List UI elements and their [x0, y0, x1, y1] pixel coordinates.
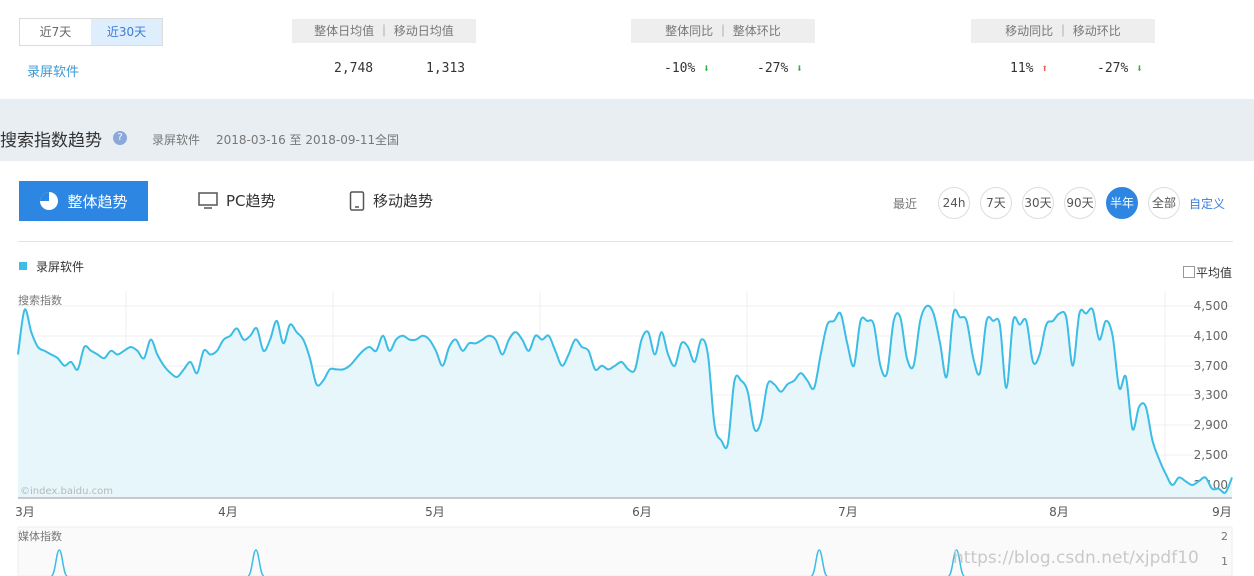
mobile-trend-tab[interactable]: 移动趋势 — [349, 190, 433, 211]
x-tick-label: 7月 — [838, 505, 858, 519]
csdn-watermark: https://blog.csdn.net/xjpdf10 — [953, 548, 1199, 568]
average-checkbox[interactable] — [1183, 266, 1195, 278]
mobile-ratio-header: 移动同比 ｜ 移动环比 — [971, 19, 1155, 43]
y-tick-label: 3,700 — [1194, 359, 1228, 373]
section-title: 搜索指数趋势 — [0, 131, 102, 151]
pc-trend-tab[interactable]: PC趋势 — [198, 190, 276, 211]
y-tick-label: 4,500 — [1194, 299, 1228, 313]
range-all[interactable]: 全部 — [1148, 187, 1180, 219]
section-keyword: 录屏软件 — [152, 133, 201, 147]
avg-header: 整体日均值 ｜ 移动日均值 — [292, 19, 476, 43]
arrow-down-icon: ⬇ — [703, 62, 710, 75]
media-y-tick-label: 2 — [1221, 530, 1228, 543]
chart-watermark: ©index.baidu.com — [20, 486, 113, 497]
y-tick-label: 3,300 — [1194, 388, 1228, 402]
section-region: 全国 — [375, 133, 400, 147]
x-tick-label: 3月 — [15, 505, 35, 519]
x-tick-label: 6月 — [632, 505, 652, 519]
keyword-link[interactable]: 录屏软件 — [27, 61, 79, 80]
time-range-tabs: 近7天 近30天 — [19, 18, 163, 46]
media-y-tick-label: 1 — [1221, 555, 1228, 568]
x-tick-label: 4月 — [218, 505, 238, 519]
tab-7days[interactable]: 近7天 — [20, 19, 91, 45]
tab-30days[interactable]: 近30天 — [91, 19, 162, 45]
monitor-icon — [198, 191, 218, 209]
search-index-chart: 4,5004,1003,7003,3002,9002,5002,100搜索指数©… — [15, 291, 1233, 576]
pie-icon — [40, 192, 59, 210]
phone-icon — [349, 190, 365, 211]
x-tick-label: 9月 — [1212, 505, 1232, 519]
mobile-mom-value: -27% ⬇ — [1097, 61, 1143, 76]
question-icon[interactable]: ? — [113, 131, 127, 145]
overall-trend-button[interactable]: 整体趋势 — [19, 181, 148, 221]
x-tick-label: 5月 — [425, 505, 445, 519]
overall-mom-value: -27% ⬇ — [757, 61, 803, 76]
range-30d[interactable]: 30天 — [1022, 187, 1054, 219]
overall-ratio-header: 整体同比 ｜ 整体环比 — [631, 19, 815, 43]
average-label: 平均值 — [1196, 266, 1233, 280]
legend-swatch — [19, 262, 27, 270]
range-half-year[interactable]: 半年 — [1106, 187, 1138, 219]
overall-avg-value: 2,748 — [334, 61, 374, 76]
divider — [18, 241, 1233, 242]
mobile-yoy-value: 11% ⬆ — [1010, 61, 1048, 76]
x-tick-label: 8月 — [1049, 505, 1069, 519]
arrow-down-icon: ⬇ — [796, 62, 803, 75]
section-date-range: 2018-03-16 至 2018-09-11 — [216, 133, 376, 147]
range-label: 最近 — [893, 197, 918, 211]
media-y-axis-label: 媒体指数 — [18, 529, 62, 543]
mobile-avg-value: 1,313 — [426, 61, 466, 76]
arrow-up-icon: ⬆ — [1041, 62, 1048, 75]
y-tick-label: 2,500 — [1194, 448, 1228, 462]
arrow-down-icon: ⬇ — [1136, 62, 1143, 75]
section-header-band — [0, 99, 1254, 161]
range-90d[interactable]: 90天 — [1064, 187, 1096, 219]
range-7d[interactable]: 7天 — [980, 187, 1012, 219]
legend-label[interactable]: 录屏软件 — [36, 258, 84, 275]
range-24h[interactable]: 24h — [938, 187, 970, 219]
y-tick-label: 2,900 — [1194, 418, 1228, 432]
y-tick-label: 4,100 — [1194, 329, 1228, 343]
overall-yoy-value: -10% ⬇ — [664, 61, 710, 76]
custom-range-link[interactable]: 自定义 — [1189, 195, 1225, 212]
y-axis-label: 搜索指数 — [18, 293, 62, 307]
